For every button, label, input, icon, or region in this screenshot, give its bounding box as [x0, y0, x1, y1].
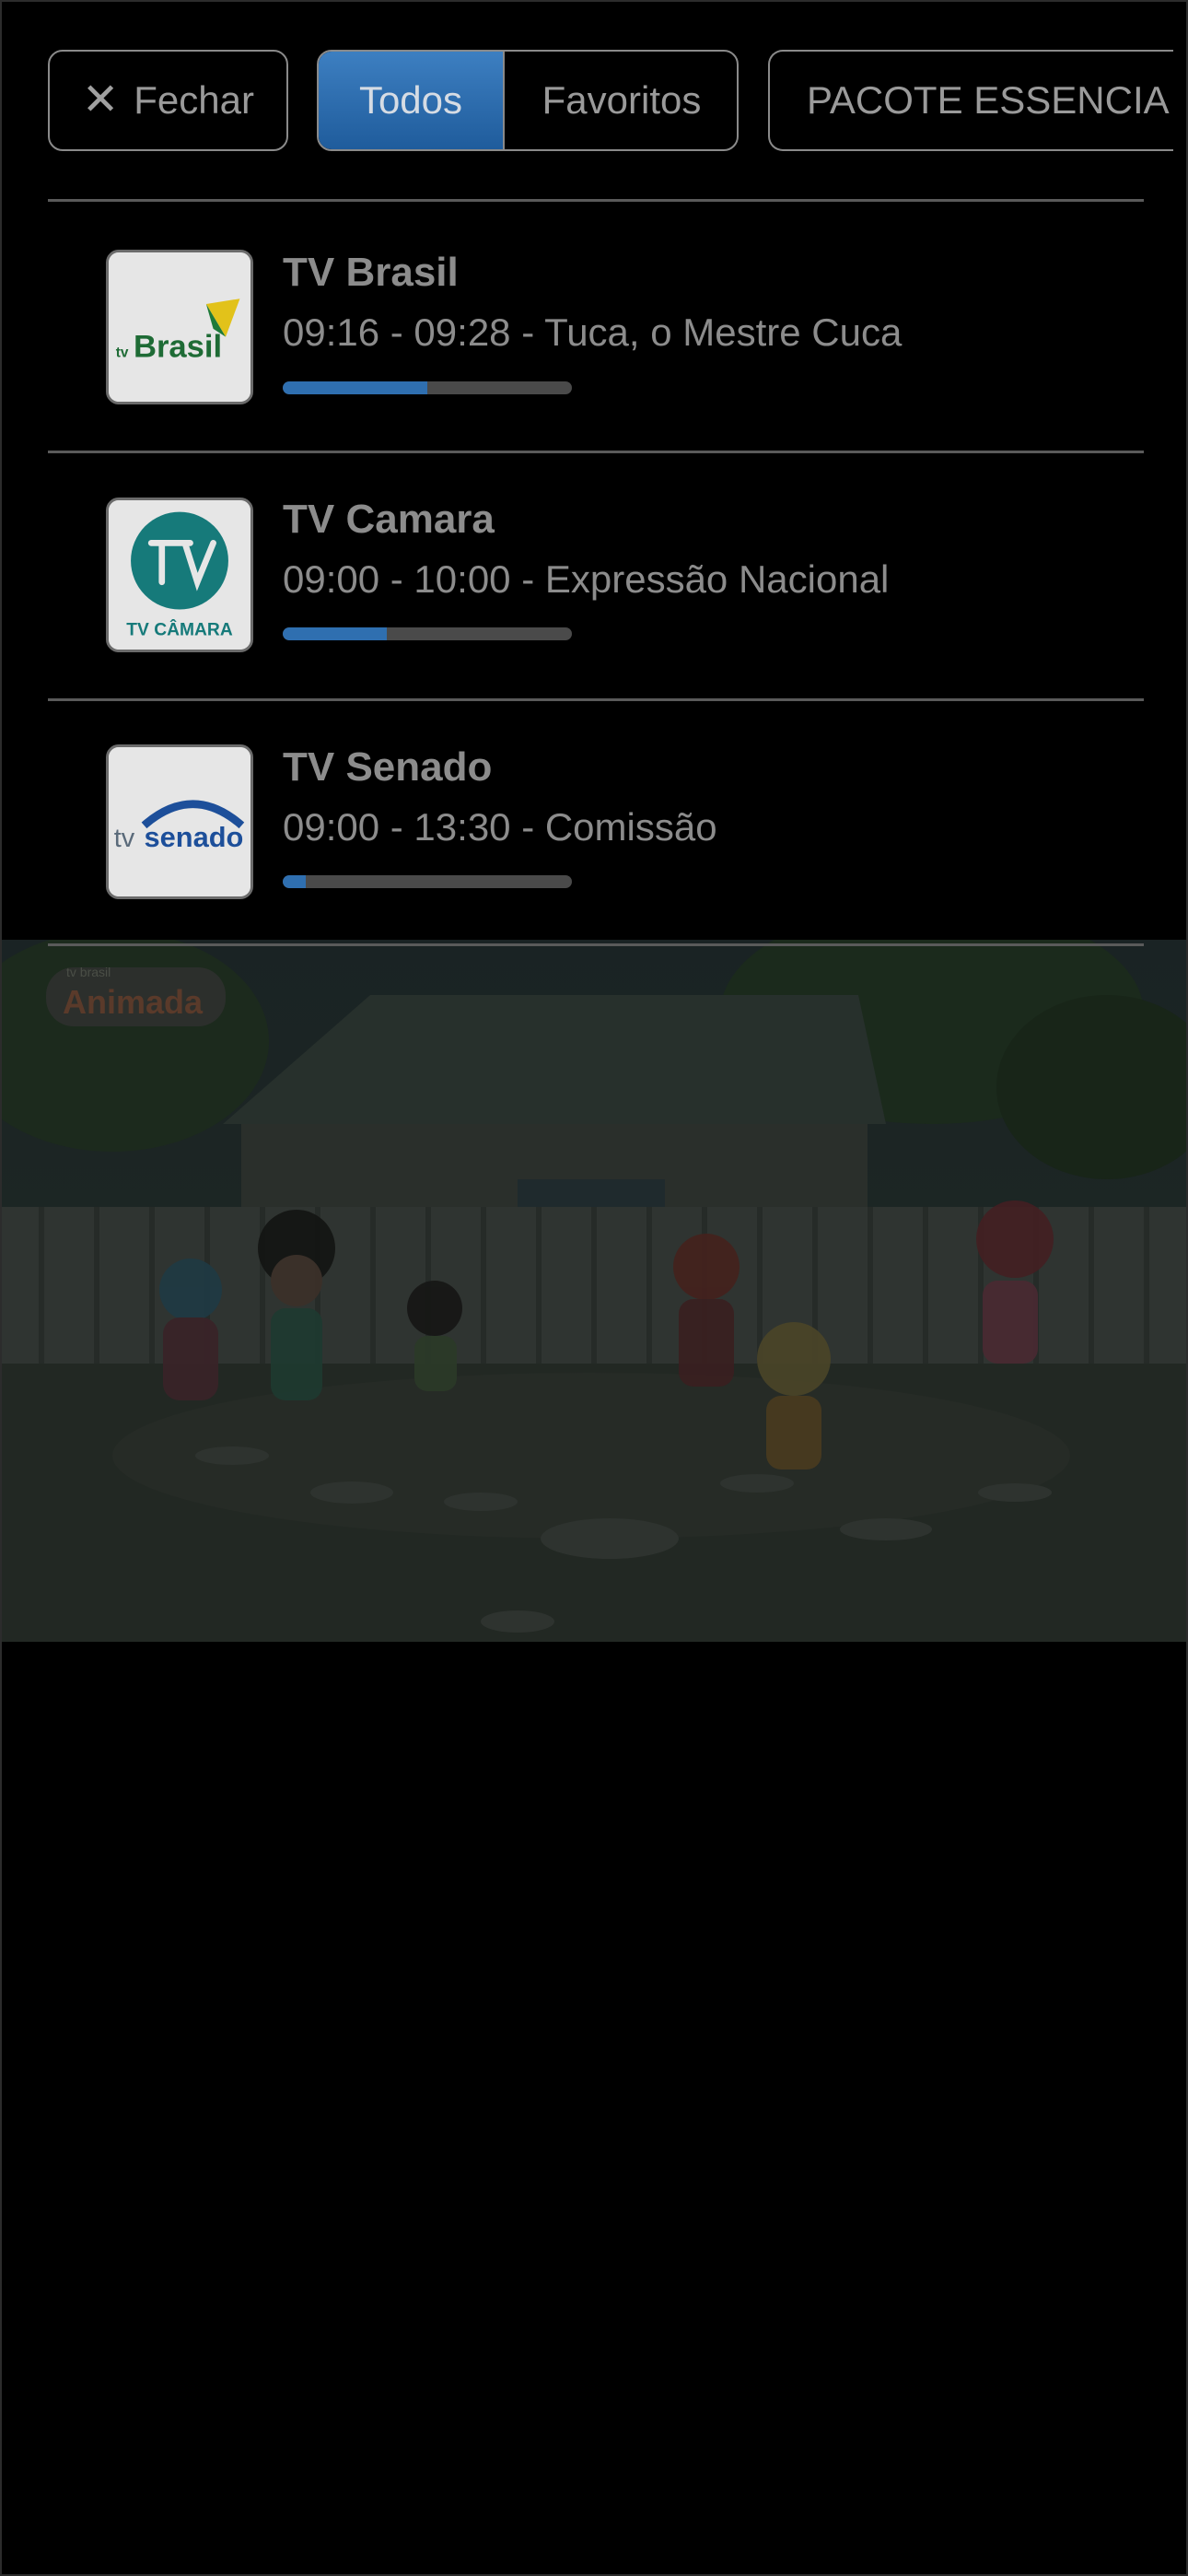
video-preview[interactable]: tv brasil Animada: [2, 940, 1186, 1642]
tv-senado-logo-small: tv: [114, 824, 135, 853]
channel-name: TV Senado: [283, 744, 493, 790]
filter-segmented-control: Todos Favoritos: [317, 50, 739, 151]
channel-name: TV Camara: [283, 497, 495, 542]
channel-name: TV Brasil: [283, 250, 459, 295]
filter-favorites-tab[interactable]: Favoritos: [505, 52, 737, 149]
program-info: 09:16 - 09:28 - Tuca, o Mestre Cuca: [283, 310, 903, 354]
divider: [48, 698, 1144, 701]
package-filter-label: PACOTE ESSENCIA: [807, 78, 1170, 122]
channel-row-tv-senado[interactable]: tv senado TV Senado 09:00 - 13:30 - Comi…: [2, 702, 1186, 949]
progress-fill: [283, 381, 427, 394]
tv-senado-logo-text: senado: [145, 821, 244, 853]
channel-row-tv-camara[interactable]: TV CÂMARA TV Camara 09:00 - 10:00 - Expr…: [2, 454, 1186, 701]
program-progress-bar: [283, 381, 572, 394]
close-button[interactable]: ✕ Fechar: [48, 50, 288, 151]
divider: [48, 451, 1144, 453]
filter-all-tab[interactable]: Todos: [319, 52, 505, 149]
tv-senado-logo: tv senado: [106, 744, 253, 899]
toolbar: ✕ Fechar Todos Favoritos PACOTE ESSENCIA: [2, 2, 1186, 195]
close-button-label: Fechar: [134, 78, 254, 122]
screen: tv brasil Animada ✕ Fechar Todos Favorit…: [0, 0, 1188, 2576]
program-progress-bar: [283, 875, 572, 888]
tv-camara-logo-text: TV CÂMARA: [126, 619, 233, 639]
close-icon: ✕: [82, 76, 120, 124]
progress-fill: [283, 627, 388, 640]
tv-camara-logo: TV CÂMARA: [106, 498, 253, 652]
package-filter-button[interactable]: PACOTE ESSENCIA: [768, 50, 1173, 151]
tv-brasil-logo-small: tv: [116, 345, 129, 361]
tv-brasil-logo-text: Brasil: [134, 330, 222, 365]
program-info: 09:00 - 10:00 - Expressão Nacional: [283, 557, 890, 601]
tv-brasil-logo: tv Brasil: [106, 250, 253, 404]
divider: [48, 199, 1144, 202]
channel-row-tv-brasil[interactable]: tv Brasil TV Brasil 09:16 - 09:28 - Tuca…: [2, 204, 1186, 451]
divider: [48, 943, 1144, 946]
program-progress-bar: [283, 627, 572, 640]
progress-fill: [283, 875, 307, 888]
program-info: 09:00 - 13:30 - Comissão: [283, 805, 717, 849]
